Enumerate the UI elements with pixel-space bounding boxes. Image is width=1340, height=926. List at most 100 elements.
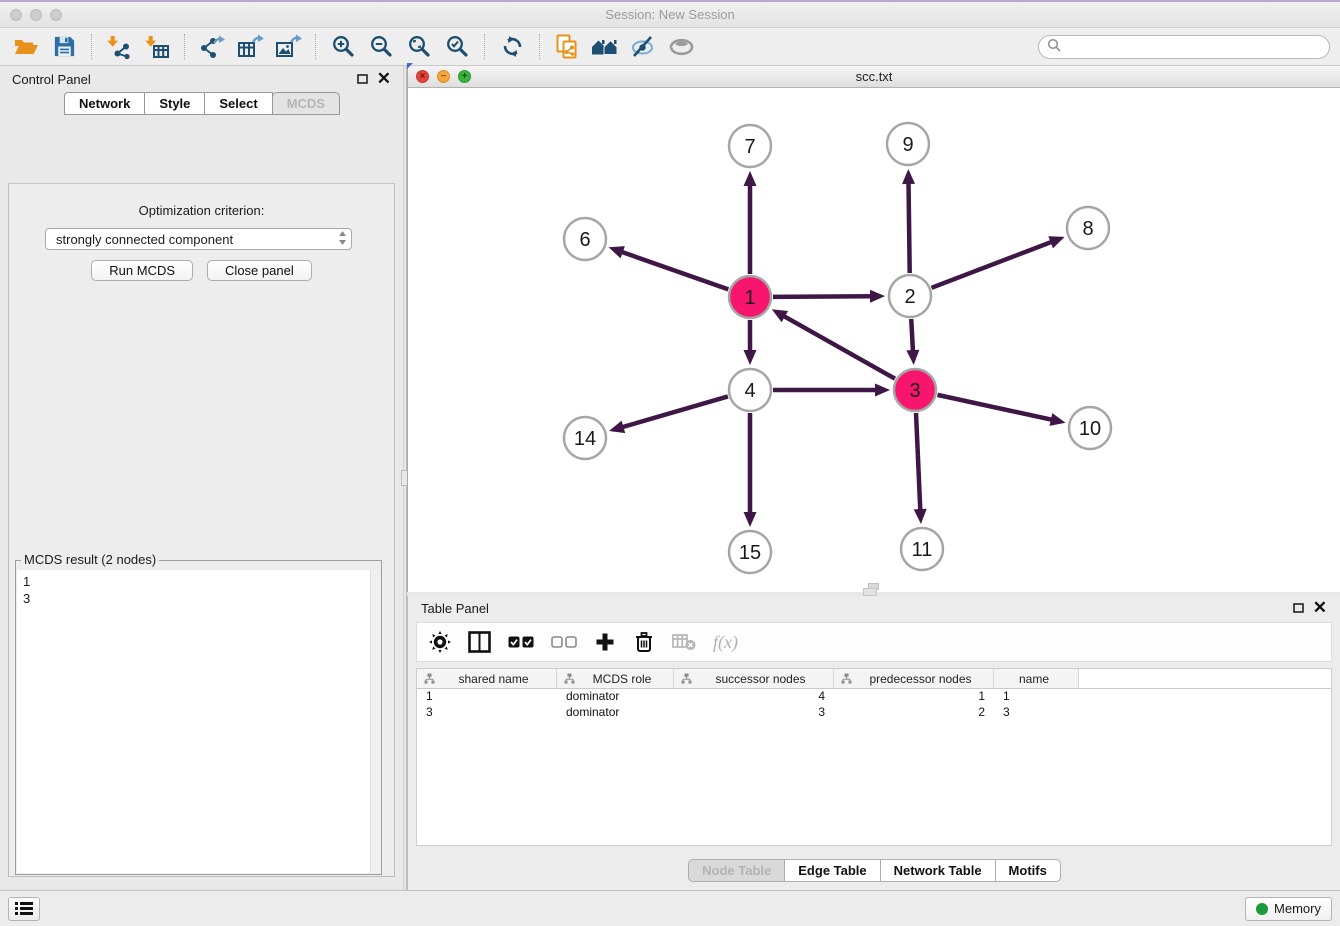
graph-edge-2-8[interactable] bbox=[931, 236, 1064, 288]
column-header-name[interactable]: name bbox=[994, 669, 1079, 688]
mcds-result-group: MCDS result (2 nodes) 1 3 bbox=[15, 560, 382, 875]
graph-node-8[interactable]: 8 bbox=[1067, 207, 1109, 249]
graph-edge-1-4[interactable] bbox=[744, 320, 757, 365]
column-header-predecessor-nodes[interactable]: predecessor nodes bbox=[834, 669, 994, 688]
zoom-out-icon[interactable] bbox=[365, 32, 397, 62]
h-splitter-handle[interactable] bbox=[863, 588, 877, 596]
graph-node-1[interactable]: 1 bbox=[729, 276, 771, 318]
import-table-icon[interactable] bbox=[141, 32, 173, 62]
close-panel-icon[interactable]: ✕ bbox=[377, 72, 391, 86]
graph-edge-1-6[interactable] bbox=[609, 246, 729, 289]
export-table-icon[interactable] bbox=[234, 32, 266, 62]
maximize-window-button[interactable] bbox=[50, 9, 62, 21]
export-image-icon[interactable] bbox=[272, 32, 304, 62]
node-table[interactable]: shared nameMCDS rolesuccessor nodesprede… bbox=[416, 668, 1332, 846]
float-panel-icon[interactable] bbox=[357, 74, 368, 84]
network-close-button[interactable]: × bbox=[416, 70, 429, 83]
export-network-icon[interactable] bbox=[196, 32, 228, 62]
graph-edge-4-14[interactable] bbox=[609, 396, 728, 433]
delete-column-icon[interactable] bbox=[633, 629, 655, 655]
zoom-in-icon[interactable] bbox=[327, 32, 359, 62]
graph-node-2[interactable]: 2 bbox=[889, 275, 931, 317]
mcds-result-title: MCDS result (2 nodes) bbox=[21, 552, 159, 567]
column-manager-icon[interactable] bbox=[468, 629, 491, 655]
graph-node-10[interactable]: 10 bbox=[1069, 407, 1111, 449]
graph-edge-3-10[interactable] bbox=[937, 395, 1065, 426]
column-header-mcds-role[interactable]: MCDS role bbox=[557, 669, 674, 688]
deselect-all-icon[interactable] bbox=[551, 629, 577, 655]
network-canvas[interactable]: 7 9 6 8 1 2 4 3 14 10 15 11 bbox=[408, 88, 1340, 592]
close-window-button[interactable] bbox=[10, 9, 22, 21]
graph-edge-3-1[interactable] bbox=[772, 309, 895, 378]
first-neighbors-icon[interactable] bbox=[589, 32, 621, 62]
svg-text:6: 6 bbox=[579, 229, 590, 251]
graph-node-15[interactable]: 15 bbox=[729, 531, 771, 573]
tab-network-table[interactable]: Network Table bbox=[880, 859, 996, 882]
window-title: Session: New Session bbox=[0, 7, 1340, 22]
show-all-icon[interactable] bbox=[665, 32, 697, 62]
graph-edge-4-3[interactable] bbox=[773, 384, 890, 397]
import-network-icon[interactable] bbox=[103, 32, 135, 62]
graph-node-9[interactable]: 9 bbox=[887, 123, 929, 165]
tab-style[interactable]: Style bbox=[144, 92, 205, 115]
close-table-panel-icon[interactable]: ✕ bbox=[1313, 601, 1327, 615]
toolbar-separator bbox=[91, 34, 92, 60]
graph-edge-3-11[interactable] bbox=[914, 413, 927, 524]
memory-button[interactable]: Memory bbox=[1245, 897, 1332, 921]
graph-node-3[interactable]: 3 bbox=[894, 369, 936, 411]
list-icon bbox=[15, 901, 33, 916]
zoom-selected-icon[interactable] bbox=[441, 32, 473, 62]
graph-node-4[interactable]: 4 bbox=[729, 369, 771, 411]
table-cell: 3 bbox=[994, 705, 1079, 721]
svg-text:4: 4 bbox=[744, 380, 755, 402]
toolbar-separator bbox=[484, 34, 485, 60]
minimize-window-button[interactable] bbox=[30, 9, 42, 21]
close-panel-button[interactable]: Close panel bbox=[207, 260, 312, 281]
column-header-successor-nodes[interactable]: successor nodes bbox=[674, 669, 834, 688]
select-all-icon[interactable] bbox=[508, 629, 534, 655]
table-row[interactable]: 1dominator411 bbox=[417, 689, 1331, 705]
refresh-icon[interactable] bbox=[496, 32, 528, 62]
table-tabs: Node TableEdge TableNetwork TableMotifs bbox=[408, 859, 1340, 882]
open-file-icon[interactable] bbox=[10, 32, 42, 62]
new-network-from-selection-icon[interactable] bbox=[551, 32, 583, 62]
optimization-criterion-select[interactable]: strongly connected component bbox=[45, 228, 352, 250]
network-minimize-button[interactable]: − bbox=[437, 70, 450, 83]
table-row[interactable]: 3dominator323 bbox=[417, 705, 1331, 721]
tree-icon bbox=[564, 673, 575, 684]
graph-node-14[interactable]: 14 bbox=[564, 417, 606, 459]
graph-node-7[interactable]: 7 bbox=[729, 125, 771, 167]
graph-edge-4-15[interactable] bbox=[744, 413, 757, 527]
float-table-panel-icon[interactable] bbox=[1293, 603, 1304, 613]
delete-table-icon bbox=[672, 629, 696, 655]
result-scrollbar[interactable] bbox=[370, 570, 380, 873]
search-input[interactable] bbox=[1066, 39, 1321, 54]
table-cell: dominator bbox=[557, 705, 674, 721]
tab-select[interactable]: Select bbox=[204, 92, 272, 115]
tab-node-table[interactable]: Node Table bbox=[688, 859, 785, 882]
table-body: 1dominator4113dominator323 bbox=[417, 689, 1331, 721]
control-panel-title: Control Panel bbox=[12, 72, 91, 87]
graph-node-6[interactable]: 6 bbox=[564, 218, 606, 260]
tab-network[interactable]: Network bbox=[64, 92, 145, 115]
column-header-shared-name[interactable]: shared name bbox=[417, 669, 557, 688]
graph-edge-2-9[interactable] bbox=[902, 169, 915, 273]
save-session-icon[interactable] bbox=[48, 32, 80, 62]
hide-selected-icon[interactable] bbox=[627, 32, 659, 62]
graph-edge-2-3[interactable] bbox=[906, 319, 919, 365]
mcds-result-text[interactable]: 1 3 bbox=[17, 570, 380, 873]
graph-edge-1-7[interactable] bbox=[744, 171, 757, 274]
tab-motifs[interactable]: Motifs bbox=[995, 859, 1061, 882]
graph-edge-1-2[interactable] bbox=[773, 290, 885, 303]
add-column-icon[interactable] bbox=[594, 629, 616, 655]
graph-node-11[interactable]: 11 bbox=[901, 528, 943, 570]
tab-edge-table[interactable]: Edge Table bbox=[784, 859, 880, 882]
run-mcds-button[interactable]: Run MCDS bbox=[91, 260, 193, 281]
search-box[interactable] bbox=[1038, 35, 1330, 59]
task-history-button[interactable] bbox=[8, 897, 40, 921]
network-window-titlebar[interactable]: × − + scc.txt bbox=[408, 66, 1340, 88]
table-settings-icon[interactable] bbox=[429, 629, 451, 655]
zoom-fit-icon[interactable] bbox=[403, 32, 435, 62]
tab-mcds[interactable]: MCDS bbox=[272, 92, 340, 115]
network-maximize-button[interactable]: + bbox=[458, 70, 471, 83]
